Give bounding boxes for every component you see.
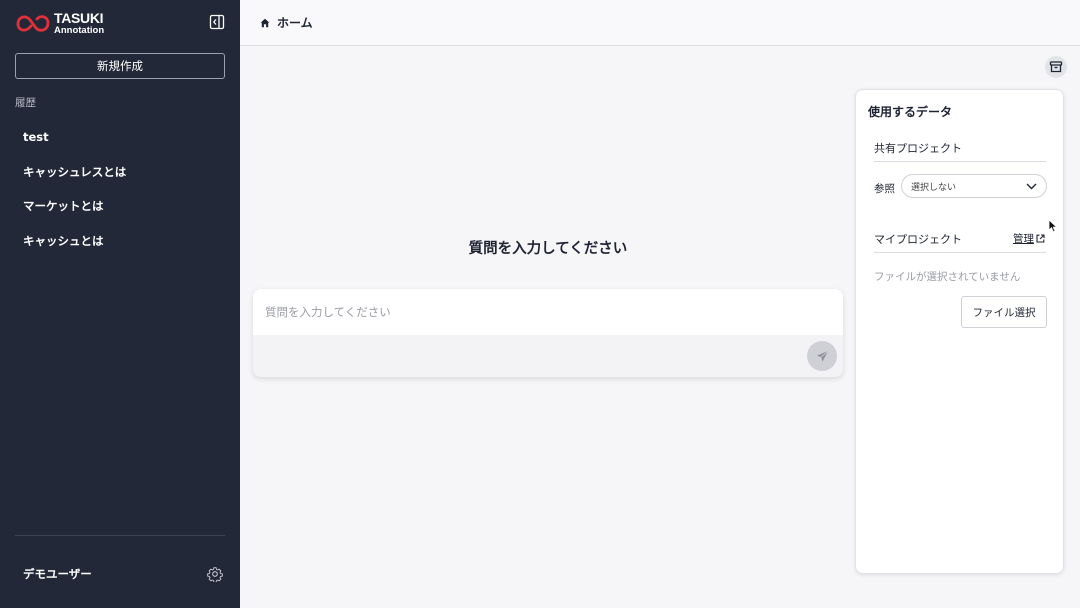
history-item[interactable]: キャッシュとは [15,224,225,259]
manage-link[interactable]: 管理 [1013,231,1045,246]
logo-subtitle: Annotation [54,24,105,36]
send-button[interactable] [807,341,837,371]
logo-title: TASUKI [54,9,104,26]
reference-select[interactable]: 選択しない [901,174,1047,198]
app-root: TASUKI Annotation 新規作成 履歴 test キャッシュレスとは… [0,0,1080,608]
shared-project-label: 共有プロジェクト [874,142,962,155]
sidebar-divider [15,535,225,536]
file-select-button[interactable]: ファイル選択 [961,296,1047,328]
history-item[interactable]: マーケットとは [15,189,225,224]
home-icon [260,18,270,27]
tasuki-logo-icon [16,15,50,32]
archive-icon [1049,61,1063,73]
question-input[interactable] [253,289,843,335]
reference-select-value: 選択しない [911,182,957,193]
gear-icon[interactable] [207,566,223,582]
my-project-label: マイプロジェクト [874,233,962,246]
data-panel-toggle-button[interactable] [1045,56,1067,78]
history-label: 履歴 [15,97,36,109]
sidebar: TASUKI Annotation 新規作成 履歴 test キャッシュレスとは… [0,0,240,608]
data-panel-title: 使用するデータ [868,105,953,119]
user-row: デモユーザー [15,563,225,585]
reference-label: 参照 [874,183,895,195]
mouse-cursor-icon [1048,219,1058,233]
new-chat-button[interactable]: 新規作成 [15,53,225,79]
shared-project-divider [874,161,1046,162]
data-panel: 使用するデータ 共有プロジェクト 参照 選択しない マイプロジェクト 管理 ファ… [855,89,1064,574]
prompt-title: 質問を入力してください [468,241,628,257]
breadcrumb-home[interactable]: ホーム [277,14,313,31]
external-link-icon [1036,234,1045,243]
main-area: ホーム 質問を入力してください 使用するデータ 共有プロジェクト [240,0,1080,608]
history-item[interactable]: test [15,120,225,155]
my-project-divider [874,252,1046,253]
chat-input-box [253,289,843,377]
logo: TASUKI Annotation [15,9,225,37]
collapse-sidebar-icon[interactable] [209,14,225,30]
history-item[interactable]: キャッシュレスとは [15,155,225,190]
chevron-down-icon [1026,183,1037,190]
no-file-message: ファイルが選択されていません [874,271,1021,283]
history-list: test キャッシュレスとは マーケットとは キャッシュとは [15,120,225,258]
logo-text: TASUKI Annotation [54,11,104,36]
user-name[interactable]: デモユーザー [23,566,92,582]
send-icon [816,350,828,362]
manage-link-label: 管理 [1013,233,1034,245]
topbar: ホーム [240,0,1080,46]
